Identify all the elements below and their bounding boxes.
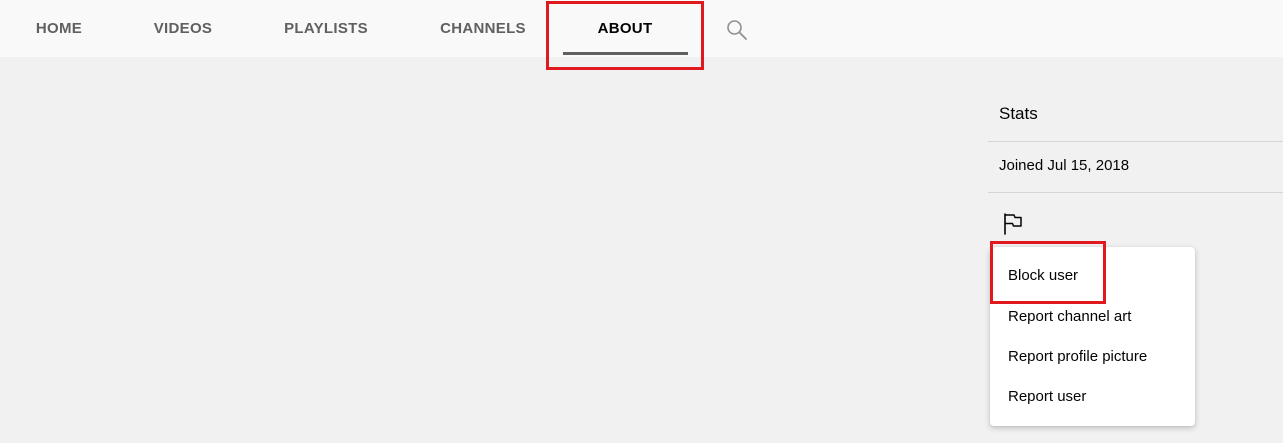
tab-home[interactable]: HOME [0, 0, 118, 57]
search-icon [727, 20, 747, 40]
channel-about-page: HOME VIDEOS PLAYLISTS CHANNELS ABOUT Sta… [0, 0, 1283, 443]
stats-heading: Stats [999, 104, 1038, 123]
tab-videos[interactable]: VIDEOS [118, 0, 248, 57]
menu-item-block-user[interactable]: Block user [990, 257, 1195, 293]
tab-channels[interactable]: CHANNELS [404, 0, 562, 57]
stats-divider [988, 192, 1283, 193]
flag-icon [1004, 213, 1022, 235]
menu-item-report-user[interactable]: Report user [990, 378, 1195, 414]
tab-playlists[interactable]: PLAYLISTS [248, 0, 404, 57]
channel-tabs-bar: HOME VIDEOS PLAYLISTS CHANNELS ABOUT [0, 0, 1283, 57]
joined-date: Joined Jul 15, 2018 [999, 157, 1130, 174]
stats-divider [988, 141, 1283, 142]
channel-search-button[interactable] [722, 16, 752, 44]
menu-item-report-channel-art[interactable]: Report channel art [990, 298, 1195, 334]
report-dropdown-menu: Block user Report channel art Report pro… [990, 247, 1195, 426]
report-flag-button[interactable] [1000, 211, 1026, 237]
menu-item-report-profile-picture[interactable]: Report profile picture [990, 338, 1195, 374]
tab-about[interactable]: ABOUT [562, 0, 688, 57]
active-tab-indicator [563, 52, 688, 55]
